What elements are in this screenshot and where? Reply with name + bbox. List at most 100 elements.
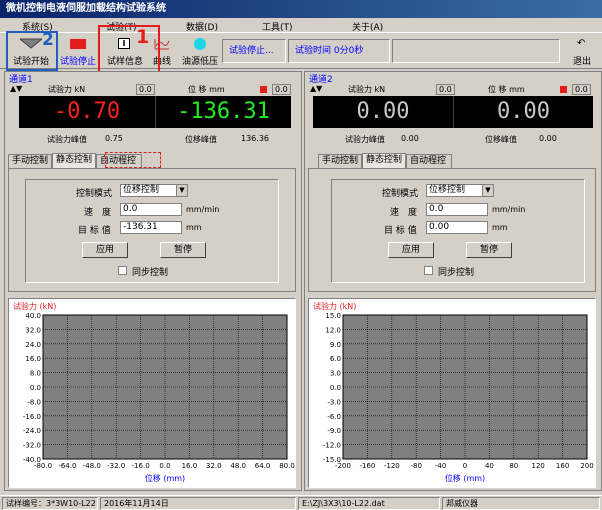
speed-input[interactable]: 0.0 bbox=[426, 203, 488, 216]
pump-status-icon bbox=[194, 38, 206, 50]
x-tick-label: -200 bbox=[335, 462, 351, 470]
force-disp-chart-1: 试验力 (kN) 40.0 32.0 24.0 16.0 8.0 0.0 -8.0 -16.0-… bbox=[8, 298, 296, 488]
target-input[interactable]: 0.00 bbox=[426, 221, 488, 234]
pump-low-button[interactable]: 油源低压 bbox=[180, 35, 220, 67]
disp-label: 位 移 mm bbox=[488, 85, 525, 94]
force-peak-value: 0.75 bbox=[105, 134, 123, 143]
y-tick-label: -3.0 bbox=[327, 398, 341, 406]
sync-checkbox[interactable] bbox=[118, 266, 127, 275]
status-bar: 试样编号：3*3W10-L22 2016年11月14日 E:\ZJ\3X3\10… bbox=[0, 495, 602, 510]
mode-select[interactable]: 位移控制 ▼ bbox=[426, 184, 494, 197]
x-tick-label: 48.0 bbox=[230, 462, 246, 470]
target-unit: mm bbox=[492, 223, 508, 232]
control-group: 控制模式 位移控制 ▼ 速 度 0.0 mm/min 目 标 值 0.00 mm… bbox=[331, 179, 585, 283]
x-tick-label: -64.0 bbox=[58, 462, 76, 470]
disp-display: 0.00 bbox=[453, 96, 593, 128]
disp-peak-value: 136.36 bbox=[241, 134, 269, 143]
disp-peak-value: 0.00 bbox=[539, 134, 557, 143]
control-group: 控制模式 位移控制 ▼ 速 度 0.0 mm/min 目 标 值 -136.31… bbox=[25, 179, 279, 283]
channel-1-panel: 通道1 ▲▼ 试验力 kN 0.0 位 移 mm 0.0 -0.70 -136.… bbox=[4, 71, 302, 491]
target-label: 目 标 值 bbox=[384, 226, 417, 236]
x-axis-label: 位移 (mm) bbox=[445, 473, 485, 483]
y-tick-label: 24.0 bbox=[25, 341, 41, 349]
y-tick-label: -32.0 bbox=[23, 442, 41, 450]
apply-button[interactable]: 应用 bbox=[388, 242, 434, 258]
pause-button[interactable]: 暂停 bbox=[466, 242, 512, 258]
disp-small: 0.0 bbox=[272, 84, 291, 95]
x-tick-label: 16.0 bbox=[182, 462, 198, 470]
y-tick-label: -6.0 bbox=[327, 413, 341, 421]
disp-peak-label: 位移峰值 bbox=[485, 135, 517, 144]
status-vendor: 邦威仪器 bbox=[442, 497, 600, 510]
tab-static[interactable]: 静态控制 bbox=[52, 153, 96, 168]
x-tick-label: 80.0 bbox=[279, 462, 295, 470]
x-tick-label: -48.0 bbox=[83, 462, 101, 470]
x-tick-label: 0 bbox=[463, 462, 467, 470]
y-axis-label: 试验力 (kN) bbox=[313, 301, 356, 311]
force-peak-label: 试验力峰值 bbox=[345, 135, 385, 144]
x-tick-label: 160 bbox=[556, 462, 569, 470]
x-tick-label: 32.0 bbox=[206, 462, 222, 470]
stop-test-button[interactable]: 试验停止 bbox=[56, 35, 100, 67]
speed-unit: mm/min bbox=[186, 205, 220, 214]
x-tick-label: 40 bbox=[485, 462, 494, 470]
annotation-box-1 bbox=[98, 25, 160, 73]
x-tick-label: 120 bbox=[532, 462, 545, 470]
menu-tools[interactable]: 工具(T) bbox=[262, 20, 293, 33]
toolbar: 试验开始 试验停止 I 试样信息 曲线 油源低压 试验停止... 试验时间 0分… bbox=[0, 33, 602, 69]
sync-label: 同步控制 bbox=[438, 268, 475, 278]
disp-label: 位 移 mm bbox=[188, 85, 225, 94]
y-tick-label: 15.0 bbox=[325, 312, 341, 320]
stop-icon bbox=[70, 39, 86, 49]
force-display: -0.70 bbox=[19, 96, 155, 128]
tab-manual[interactable]: 手动控制 bbox=[318, 154, 362, 168]
annotation-dash-box bbox=[105, 152, 161, 168]
y-tick-label: 3.0 bbox=[330, 370, 341, 378]
status-file: E:\ZJ\3X3\10-L22.dat bbox=[298, 497, 440, 510]
target-input[interactable]: -136.31 bbox=[120, 221, 182, 234]
y-tick-label: 32.0 bbox=[25, 326, 41, 334]
record-indicator-icon bbox=[560, 86, 567, 93]
mode-select[interactable]: 位移控制 ▼ bbox=[120, 184, 188, 197]
mode-label: 控制模式 bbox=[382, 189, 419, 199]
speed-input[interactable]: 0.0 bbox=[120, 203, 182, 216]
chevron-down-icon: ▼ bbox=[482, 185, 493, 196]
speed-label: 速 度 bbox=[84, 208, 112, 218]
tab-manual[interactable]: 手动控制 bbox=[8, 154, 52, 168]
force-peak-value: 0.00 bbox=[401, 134, 419, 143]
x-tick-label: 64.0 bbox=[255, 462, 271, 470]
y-tick-label: 16.0 bbox=[25, 355, 41, 363]
y-tick-label: -8.0 bbox=[27, 398, 41, 406]
x-tick-label: 0.0 bbox=[159, 462, 170, 470]
speed-label: 速 度 bbox=[390, 208, 418, 218]
x-tick-label: -80.0 bbox=[34, 462, 52, 470]
sync-checkbox[interactable] bbox=[424, 266, 433, 275]
exit-icon: ↶ bbox=[577, 38, 586, 49]
arrows-icon: ▲▼ bbox=[310, 84, 323, 93]
apply-button[interactable]: 应用 bbox=[82, 242, 128, 258]
target-label: 目 标 值 bbox=[78, 226, 111, 236]
static-control-panel: 控制模式 位移控制 ▼ 速 度 0.0 mm/min 目 标 值 -136.31… bbox=[8, 168, 296, 292]
force-display: 0.00 bbox=[313, 96, 453, 128]
chevron-down-icon: ▼ bbox=[176, 185, 187, 196]
pause-button[interactable]: 暂停 bbox=[160, 242, 206, 258]
y-axis-label: 试验力 (kN) bbox=[13, 301, 56, 311]
tab-auto[interactable]: 自动程控 bbox=[406, 154, 452, 168]
menu-data[interactable]: 数据(D) bbox=[186, 20, 218, 33]
disp-peak-label: 位移峰值 bbox=[185, 135, 217, 144]
x-tick-label: -160 bbox=[359, 462, 375, 470]
x-tick-label: -32.0 bbox=[107, 462, 125, 470]
force-disp-chart-2: 试验力 (kN) 15.0 12.0 9.0 6.0 3.0 0.0 -3.0 -6.0 -9.0… bbox=[308, 298, 596, 488]
chart-svg-2: 试验力 (kN)15.0 12.0 9.0 6.0 3.0 0.0 -3.0 -6.0 -9.0… bbox=[313, 301, 594, 483]
tab-static[interactable]: 静态控制 bbox=[362, 153, 406, 168]
force-small: 0.0 bbox=[136, 84, 155, 95]
exit-button[interactable]: ↶ 退出 bbox=[564, 35, 600, 67]
arrows-icon: ▲▼ bbox=[10, 84, 23, 93]
force-label: 试验力 kN bbox=[48, 85, 86, 94]
test-status-text: 试验停止... bbox=[222, 39, 286, 63]
status-blank bbox=[392, 39, 560, 63]
x-tick-label: -80 bbox=[410, 462, 421, 470]
y-tick-label: 0.0 bbox=[330, 384, 341, 392]
disp-small: 0.0 bbox=[572, 84, 591, 95]
menu-about[interactable]: 关于(A) bbox=[352, 20, 383, 33]
